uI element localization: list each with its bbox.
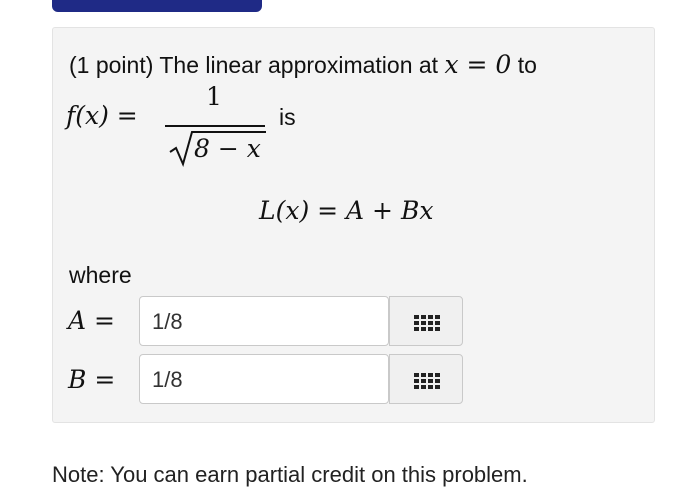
intro-suffix: to bbox=[517, 52, 537, 78]
is-text: is bbox=[279, 104, 296, 130]
intro-math: x = 0 bbox=[444, 50, 512, 79]
field-a-input[interactable]: 1/8 bbox=[139, 296, 389, 346]
field-b-keyboard-button[interactable] bbox=[389, 354, 463, 404]
linear-equation: L(x) = A + Bx bbox=[259, 196, 434, 225]
field-a-label: A = bbox=[68, 306, 115, 335]
fraction-denominator: 8 − x bbox=[194, 134, 261, 163]
keyboard-grid-icon bbox=[414, 315, 440, 331]
fraction-bar bbox=[165, 125, 265, 127]
intro-text: (1 point) The linear approximation at x … bbox=[69, 50, 537, 79]
keyboard-grid-icon bbox=[414, 373, 440, 389]
intro-prefix: (1 point) The linear approximation at bbox=[69, 52, 439, 78]
submit-button-partial[interactable] bbox=[52, 0, 262, 12]
field-a-keyboard-button[interactable] bbox=[389, 296, 463, 346]
where-text: where bbox=[69, 262, 132, 288]
field-b-label: B = bbox=[68, 365, 116, 394]
partial-credit-note: Note: You can earn partial credit on thi… bbox=[52, 462, 528, 487]
field-b-input[interactable]: 1/8 bbox=[139, 354, 389, 404]
function-lhs: f(x) = bbox=[66, 101, 138, 130]
fraction-numerator: 1 bbox=[206, 82, 222, 111]
